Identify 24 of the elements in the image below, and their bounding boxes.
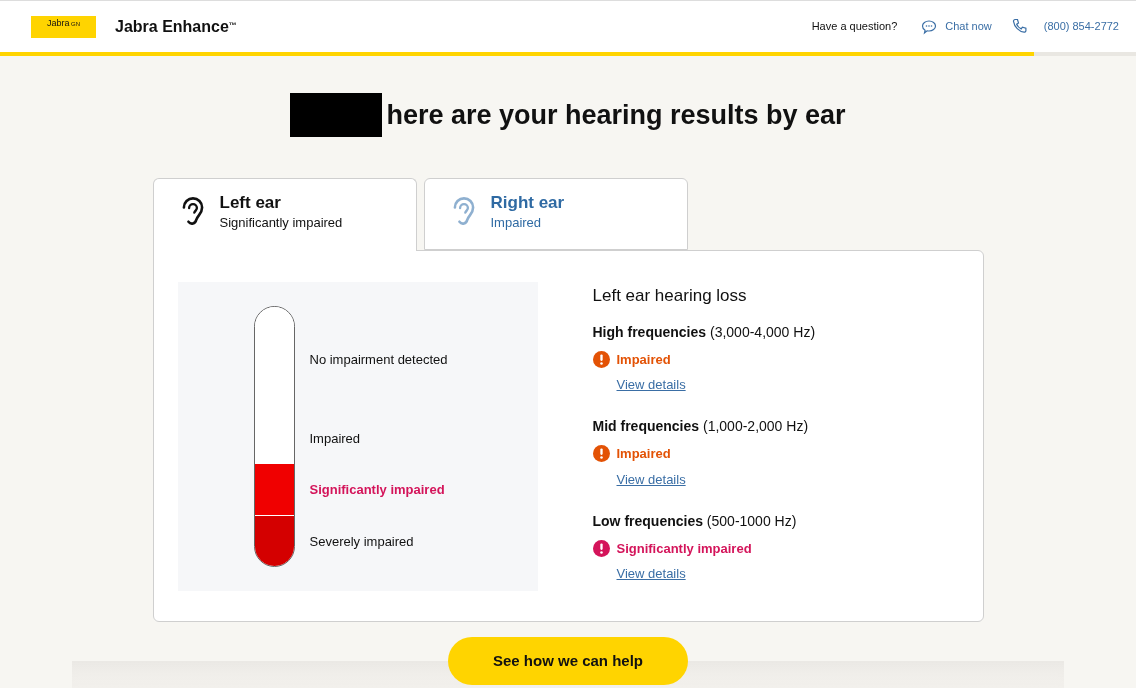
page-heading: here are your hearing results by ear	[386, 98, 846, 132]
status-text: Impaired	[616, 445, 671, 463]
meter-label: Impaired	[309, 429, 361, 448]
frequency-label: Mid frequencies (1,000-2,000 Hz)	[592, 417, 810, 436]
phone-link[interactable]: (800) 854-2772	[1043, 18, 1119, 35]
meter-label: Significantly impaired	[309, 481, 445, 500]
help-button[interactable]: See how we can help	[448, 637, 688, 685]
chat-icon	[921, 18, 938, 35]
frequency-label: High frequencies (3,000-4,000 Hz)	[592, 322, 816, 342]
section-title: Left ear hearing loss	[592, 285, 748, 307]
frequency-label: Low frequencies (500-1000 Hz)	[592, 511, 798, 531]
status-text: Significantly impaired	[616, 539, 752, 558]
ear-tab[interactable]: Left ear Significantly impaired	[152, 178, 417, 251]
phone-icon	[1011, 18, 1028, 35]
view-details-link[interactable]: View details	[616, 375, 686, 395]
chat-link[interactable]: Chat now	[945, 18, 992, 35]
status-text: Impaired	[616, 350, 671, 369]
meter-label: Severely impaired	[309, 532, 414, 551]
meter-label: No impairment detected	[309, 350, 448, 369]
help-prompt: Have a question?	[811, 19, 898, 35]
view-details-link[interactable]: View details	[616, 564, 686, 584]
view-details-link[interactable]: View details	[616, 469, 686, 489]
ear-tab[interactable]: Right ear Impaired	[423, 178, 688, 250]
brand-name: Jabra Enhance$^{™}$	[115, 16, 237, 37]
